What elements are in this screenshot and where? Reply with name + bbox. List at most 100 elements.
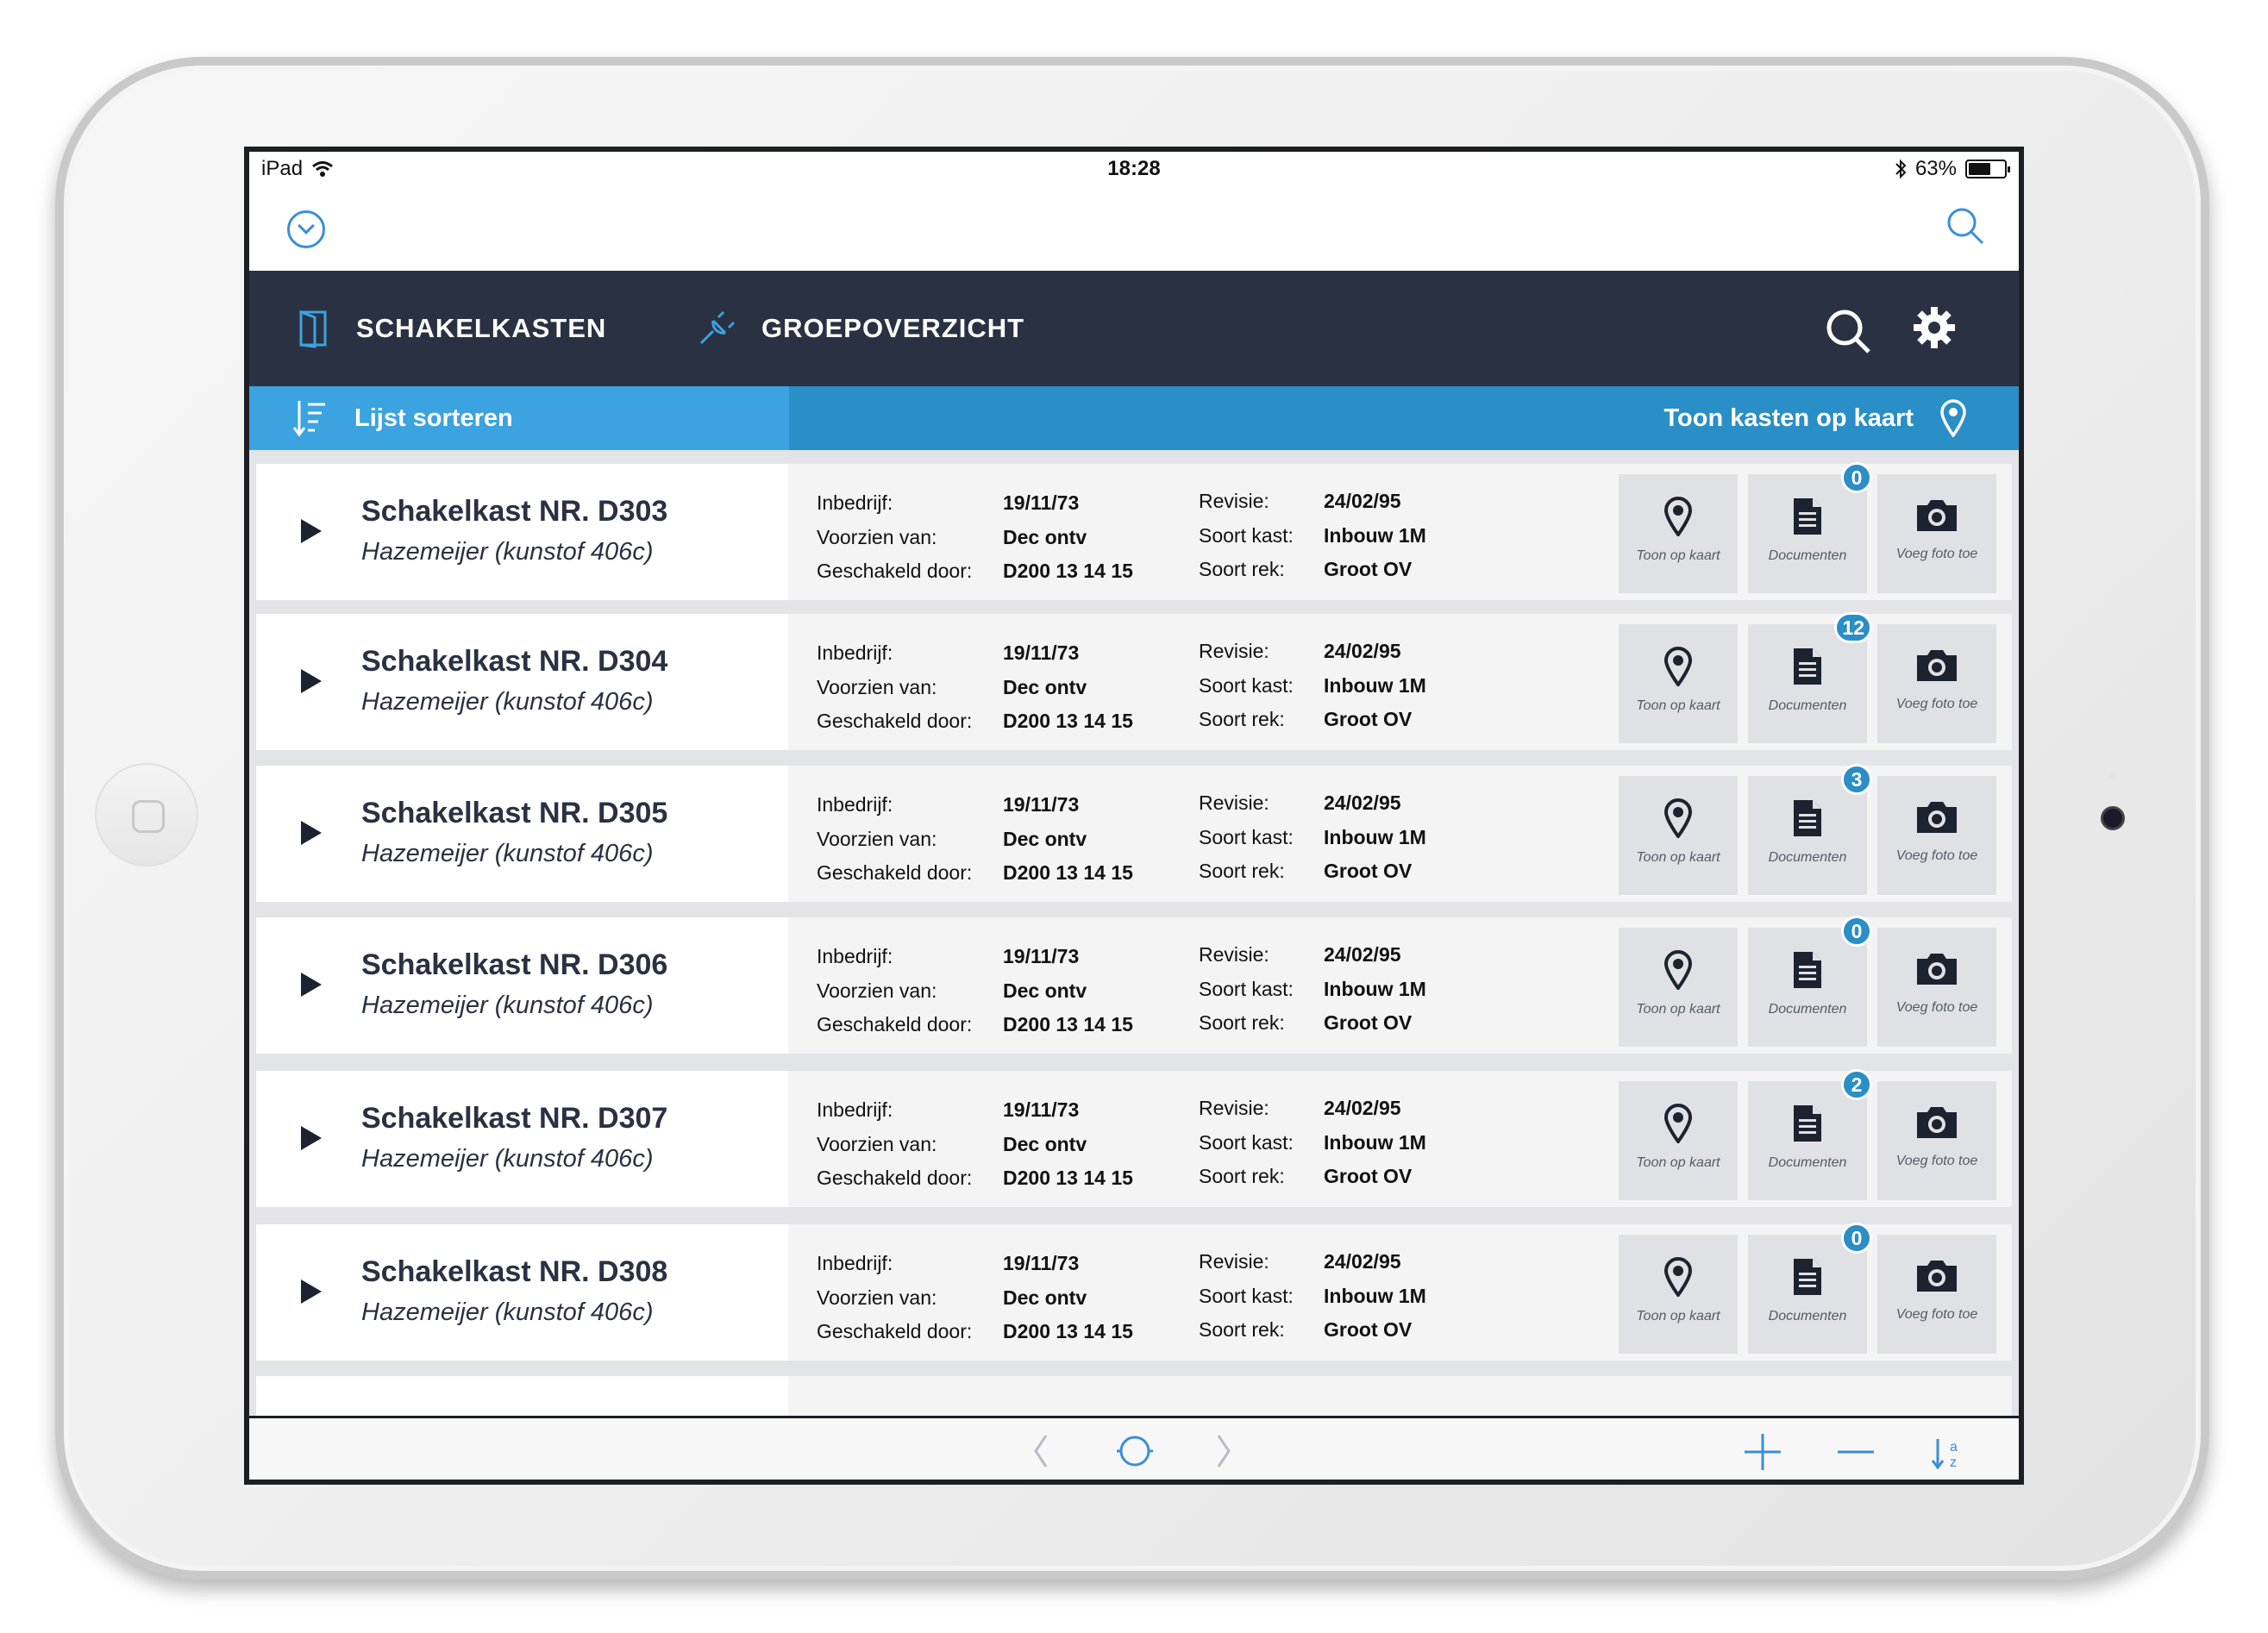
camera-icon [1917,802,1957,833]
status-bar: iPad 18:28 63% [249,152,2019,185]
show-on-map-action[interactable]: Toon op kaart [1619,1081,1738,1200]
documents-action[interactable]: Documenten 0 [1748,1223,1872,1354]
bottom-toolbar: a z [249,1416,2019,1480]
documents-action[interactable]: Documenten 0 [1748,462,1872,593]
play-icon[interactable] [301,1126,322,1150]
add-photo-action[interactable]: Voeg foto toe [1877,1081,1996,1200]
list-item-title: Schakelkast NR. D308 [361,1255,668,1288]
label-inbedrijf: Inbedrijf: [817,491,893,514]
play-icon[interactable] [301,973,322,997]
camera-icon [1917,500,1957,531]
top-toolbar [249,185,2019,271]
show-on-map-action-label: Toon op kaart [1636,548,1720,563]
tab-schakelkasten[interactable]: SCHAKELKASTEN [296,271,606,386]
circle-icon[interactable] [1115,1432,1155,1470]
value-voorzien: Dec ontv [1003,526,1087,548]
ipad-screen: iPad 18:28 63% SCHAKELKASTEN GROEPOVERZI… [244,147,2024,1485]
list-item-partial [256,1376,2012,1416]
battery-fill [1969,163,1991,175]
sort-list-button[interactable]: Lijst sorteren [249,386,789,450]
action-group: Toon op kaart Documenten 12 Voeg foto to… [1619,612,1996,743]
documents-action[interactable]: Documenten 12 [1748,612,1872,743]
value-voorzien: Dec ontv [1003,828,1087,850]
documents-action-label: Documenten [1768,548,1847,563]
gear-icon[interactable] [1912,305,1957,350]
list-item[interactable]: Schakelkast NR. D304 Hazemeijer (kunstof… [256,612,2012,750]
list-item[interactable]: Schakelkast NR. D307 Hazemeijer (kunstof… [256,1069,2012,1207]
value-soort-rek: Groot OV [1324,1165,1413,1187]
label-soort-rek: Soort rek: [1199,1318,1285,1341]
label-revisie: Revisie: [1199,1097,1269,1119]
play-icon[interactable] [301,821,322,845]
value-voorzien: Dec ontv [1003,979,1087,1002]
documents-action[interactable]: Documenten 3 [1748,764,1872,895]
search-icon[interactable] [1945,205,1986,247]
chevron-left-icon[interactable] [1031,1432,1051,1470]
label-voorzien: Voorzien van: [817,1133,937,1155]
minus-icon[interactable] [1836,1432,1876,1472]
sort-list-label: Lijst sorteren [354,404,513,432]
documents-action-label: Documenten [1768,1002,1847,1017]
list-item[interactable]: Schakelkast NR. D305 Hazemeijer (kunstof… [256,764,2012,902]
documents-action[interactable]: Documenten 2 [1748,1069,1872,1200]
show-on-map-action[interactable]: Toon op kaart [1619,624,1738,743]
schakelkast-list: Schakelkast NR. D303 Hazemeijer (kunstof… [249,450,2019,1416]
document-icon [1794,952,1821,988]
label-inbedrijf: Inbedrijf: [817,793,893,816]
play-icon[interactable] [301,1279,322,1304]
show-on-map-button[interactable]: Toon kasten op kaart [1663,386,1967,450]
play-icon[interactable] [301,669,322,693]
value-voorzien: Dec ontv [1003,1286,1087,1309]
documents-action-label: Documenten [1768,1309,1847,1323]
show-on-map-action-label: Toon op kaart [1636,1155,1720,1170]
label-revisie: Revisie: [1199,791,1269,814]
chevron-down-icon[interactable] [287,210,325,248]
plus-icon[interactable] [1743,1432,1782,1472]
action-group: Toon op kaart Documenten 3 Voeg foto toe [1619,764,1996,895]
value-inbedrijf: 19/11/73 [1003,1098,1080,1121]
value-soort-kast: Inbouw 1M [1324,1131,1426,1154]
show-on-map-action[interactable]: Toon op kaart [1619,928,1738,1047]
list-item-subtitle: Hazemeijer (kunstof 406c) [361,688,654,716]
value-geschakeld: D200 13 14 15 [1003,1013,1133,1035]
action-group: Toon op kaart Documenten 2 Voeg foto toe [1619,1069,1996,1200]
add-photo-action-label: Voeg foto toe [1895,1154,1978,1168]
value-revisie: 24/02/95 [1324,1250,1401,1273]
documents-action-label: Documenten [1768,1155,1847,1170]
list-item[interactable]: Schakelkast NR. D303 Hazemeijer (kunstof… [256,462,2012,600]
add-photo-action[interactable]: Voeg foto toe [1877,474,1996,593]
show-on-map-action[interactable]: Toon op kaart [1619,474,1738,593]
list-item[interactable]: Schakelkast NR. D306 Hazemeijer (kunstof… [256,916,2012,1054]
label-voorzien: Voorzien van: [817,828,937,850]
battery-icon [1965,160,2010,178]
label-soort-rek: Soort rek: [1199,558,1285,580]
documents-action[interactable]: Documenten 0 [1748,916,1872,1047]
search-icon[interactable] [1824,307,1872,355]
value-inbedrijf: 19/11/73 [1003,793,1080,816]
tab-groepoverzicht[interactable]: GROEPOVERZICHT [698,271,1024,386]
documents-count-badge: 0 [1841,916,1872,947]
map-pin-icon [1663,647,1693,686]
chevron-right-icon[interactable] [1213,1432,1234,1470]
add-photo-action[interactable]: Voeg foto toe [1877,776,1996,895]
value-voorzien: Dec ontv [1003,676,1087,698]
sort-az-icon[interactable]: a z [1931,1432,1965,1472]
svg-text:z: z [1950,1455,1957,1470]
value-geschakeld: D200 13 14 15 [1003,710,1133,732]
label-geschakeld: Geschakeld door: [817,1320,973,1342]
label-voorzien: Voorzien van: [817,1286,937,1309]
list-item-subtitle: Hazemeijer (kunstof 406c) [361,840,654,867]
home-button[interactable] [95,763,198,867]
add-photo-action[interactable]: Voeg foto toe [1877,624,1996,743]
play-icon[interactable] [301,519,322,543]
documents-count-badge: 12 [1834,612,1872,643]
add-photo-action[interactable]: Voeg foto toe [1877,928,1996,1047]
bluetooth-icon [1895,159,1907,179]
value-revisie: 24/02/95 [1324,791,1401,814]
show-on-map-action[interactable]: Toon op kaart [1619,776,1738,895]
add-photo-action[interactable]: Voeg foto toe [1877,1235,1996,1354]
battery-percent: 63% [1914,157,1957,180]
value-soort-kast: Inbouw 1M [1324,524,1426,547]
list-item[interactable]: Schakelkast NR. D308 Hazemeijer (kunstof… [256,1223,2012,1361]
show-on-map-action[interactable]: Toon op kaart [1619,1235,1738,1354]
